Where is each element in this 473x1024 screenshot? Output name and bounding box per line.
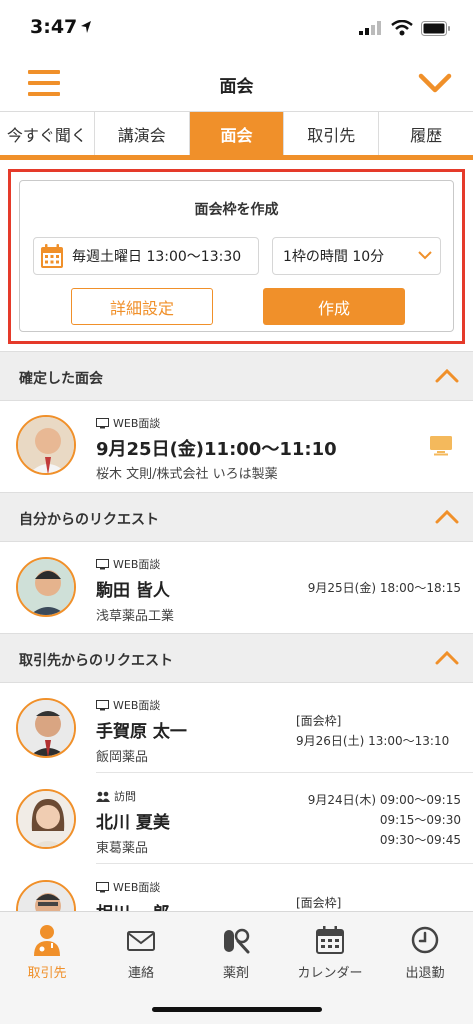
chevron-up-icon bbox=[435, 368, 459, 383]
wifi-icon bbox=[391, 20, 413, 36]
mail-icon bbox=[127, 931, 155, 951]
tab-history[interactable]: 履歴 bbox=[379, 112, 473, 155]
tab-meeting[interactable]: 面会 bbox=[189, 112, 285, 155]
meeting-type: WEB面談 bbox=[96, 415, 160, 431]
request-time: 9月25日(金) 18:00〜18:15 bbox=[307, 581, 461, 595]
meeting-type: 訪問 bbox=[96, 788, 136, 804]
meeting-type: WEB面談 bbox=[96, 879, 160, 895]
schedule-field[interactable]: 毎週土曜日 13:00〜13:30 bbox=[33, 237, 259, 275]
company-name: 浅草薬品工業 bbox=[96, 609, 175, 624]
avatar bbox=[16, 415, 76, 475]
tab-ask-now[interactable]: 今すぐ聞く bbox=[0, 112, 95, 155]
tab-calendar[interactable]: カレンダー bbox=[283, 924, 377, 981]
location-arrow-icon bbox=[81, 21, 91, 33]
section-my-requests-header[interactable]: 自分からのリクエスト bbox=[0, 492, 473, 542]
request-time: 09:30〜09:45 bbox=[379, 833, 461, 847]
list-item[interactable]: WEB面談 手賀原 太一 飯岡薬品 [面会枠] 9月26日(土) 13:00〜1… bbox=[0, 683, 473, 773]
page-title: 面会 bbox=[219, 77, 254, 97]
chevron-down-icon bbox=[418, 251, 432, 260]
duration-value: 1枠の時間 10分 bbox=[283, 249, 385, 265]
avatar bbox=[16, 789, 76, 849]
chevron-up-icon bbox=[435, 509, 459, 524]
section-client-requests-header[interactable]: 取引先からのリクエスト bbox=[0, 633, 473, 683]
calendar-icon bbox=[316, 926, 344, 954]
request-time: 9月24日(木) 09:00〜09:15 bbox=[307, 793, 461, 807]
chevron-down-icon[interactable] bbox=[417, 68, 453, 98]
status-time: 3:47 bbox=[30, 16, 78, 38]
person-name: 手賀原 太一 bbox=[96, 722, 187, 742]
tab-contact[interactable]: 連絡 bbox=[94, 924, 188, 981]
tab-lecture[interactable]: 講演会 bbox=[95, 112, 190, 155]
person-name: 駒田 皆人 bbox=[96, 581, 170, 601]
calendar-icon bbox=[41, 244, 63, 268]
request-time: 09:15〜09:30 bbox=[379, 813, 461, 827]
meeting-datetime: 9月25日(金)11:00〜11:10 bbox=[96, 439, 337, 460]
tab-attendance[interactable]: 出退勤 bbox=[378, 924, 472, 981]
tab-clients-bottom[interactable]: 取引先 bbox=[0, 924, 94, 981]
create-button[interactable]: 作成 bbox=[263, 288, 405, 325]
doctor-icon bbox=[34, 925, 60, 956]
slot-tag: [面会枠] bbox=[296, 896, 342, 910]
meeting-person: 桜木 文則/株式会社 いろは製薬 bbox=[96, 467, 278, 482]
status-indicators bbox=[359, 20, 451, 36]
tab-bar-top: 今すぐ聞く 講演会 面会 取引先 履歴 bbox=[0, 112, 473, 160]
app-header: 面会 bbox=[0, 56, 473, 112]
request-time-block: 9月24日(木) 09:00〜09:15 09:15〜09:30 09:30〜0… bbox=[308, 790, 461, 850]
create-slot-card: 面会枠を作成 毎週土曜日 13:00〜13:30 1枠の時間 10分 詳細設定 … bbox=[19, 180, 454, 332]
schedule-value: 毎週土曜日 13:00〜13:30 bbox=[72, 249, 242, 265]
chevron-up-icon bbox=[435, 650, 459, 665]
slot-tag: [面会枠] bbox=[296, 714, 342, 728]
monitor-icon bbox=[96, 417, 109, 428]
company-name: 飯岡薬品 bbox=[96, 750, 149, 765]
monitor-icon bbox=[96, 881, 109, 892]
request-time: 9月26日(土) 13:00〜13:10 bbox=[296, 734, 450, 748]
clock-icon bbox=[411, 926, 439, 954]
tab-clients[interactable]: 取引先 bbox=[284, 112, 380, 155]
section-label: 確定した面会 bbox=[19, 371, 103, 387]
request-time-block: [面会枠] 9月26日(土) 13:00〜13:10 bbox=[296, 711, 449, 751]
monitor-icon[interactable] bbox=[429, 435, 453, 457]
section-label: 自分からのリクエスト bbox=[19, 512, 159, 528]
status-bar: 3:47 bbox=[0, 0, 473, 56]
battery-icon bbox=[421, 20, 450, 36]
list-item[interactable]: WEB面談 9月25日(金)11:00〜11:10 桜木 文則/株式会社 いろは… bbox=[0, 401, 473, 491]
monitor-icon bbox=[96, 558, 109, 569]
section-confirmed-header[interactable]: 確定した面会 bbox=[0, 351, 473, 401]
avatar bbox=[16, 557, 76, 617]
duration-select[interactable]: 1枠の時間 10分 bbox=[272, 237, 441, 275]
tab-drugs[interactable]: 薬剤 bbox=[189, 924, 283, 981]
meeting-type: WEB面談 bbox=[96, 556, 160, 572]
list-item[interactable]: WEB面談 駒田 皆人 浅草薬品工業 9月25日(金) 18:00〜18:15 bbox=[0, 542, 473, 632]
monitor-icon bbox=[96, 699, 109, 710]
pills-icon bbox=[224, 928, 250, 954]
list-item[interactable]: 訪問 北川 夏美 東葛薬品 9月24日(木) 09:00〜09:15 09:15… bbox=[0, 774, 473, 864]
create-slot-title: 面会枠を作成 bbox=[194, 202, 279, 218]
detail-settings-button[interactable]: 詳細設定 bbox=[71, 288, 213, 325]
avatar bbox=[16, 698, 76, 758]
people-icon bbox=[96, 791, 110, 802]
meeting-type: WEB面談 bbox=[96, 697, 160, 713]
company-name: 東葛薬品 bbox=[96, 841, 149, 856]
person-name: 北川 夏美 bbox=[96, 813, 170, 833]
home-indicator bbox=[152, 1007, 322, 1012]
section-label: 取引先からのリクエスト bbox=[19, 653, 173, 669]
signal-icon bbox=[359, 21, 381, 35]
